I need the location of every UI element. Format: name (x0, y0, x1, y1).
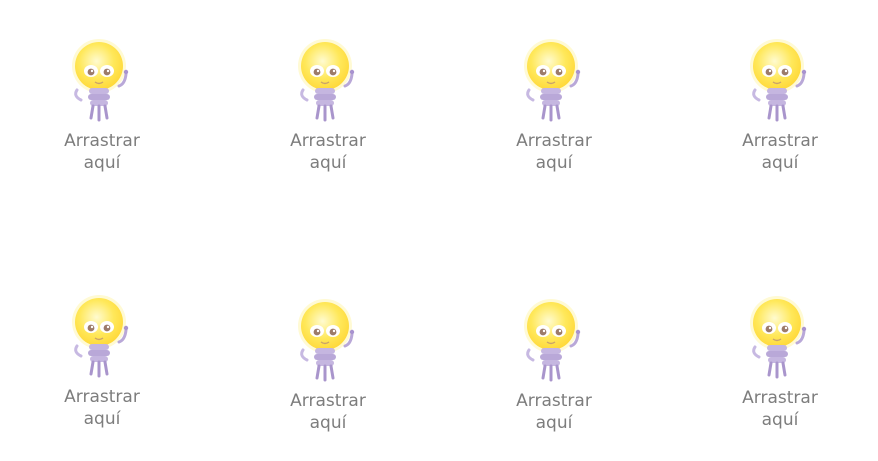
drop-zone-2[interactable]: Arrastrar aquí (268, 38, 388, 178)
lightbulb-mascot-icon (72, 295, 129, 378)
drop-zone-label: Arrastrar aquí (64, 387, 140, 429)
drop-zone-label: Arrastrar aquí (516, 391, 592, 433)
drop-zone-grid: Arrastrar aquí Arrastrar aquí Arrastrar … (0, 0, 878, 461)
drop-zone-8[interactable]: Arrastrar aquí (720, 295, 840, 435)
drop-zone-1[interactable]: Arrastrar aquí (42, 38, 162, 178)
drop-zone-label: Arrastrar aquí (290, 391, 366, 433)
lightbulb-mascot-icon (524, 299, 581, 382)
lightbulb-mascot-icon (750, 296, 807, 379)
drop-zone-4[interactable]: Arrastrar aquí (720, 38, 840, 178)
drop-zone-label: Arrastrar aquí (742, 388, 818, 430)
drop-zone-label: Arrastrar aquí (742, 131, 818, 173)
lightbulb-mascot-icon (524, 39, 581, 122)
drop-zone-label: Arrastrar aquí (64, 131, 140, 173)
drop-zone-label: Arrastrar aquí (290, 131, 366, 173)
drop-zone-3[interactable]: Arrastrar aquí (494, 38, 614, 178)
drop-zone-7[interactable]: Arrastrar aquí (494, 298, 614, 438)
drop-zone-6[interactable]: Arrastrar aquí (268, 298, 388, 438)
lightbulb-mascot-icon (298, 39, 355, 122)
lightbulb-mascot-icon (72, 39, 129, 122)
drop-zone-5[interactable]: Arrastrar aquí (42, 294, 162, 434)
lightbulb-mascot-icon (750, 39, 807, 122)
drop-zone-label: Arrastrar aquí (516, 131, 592, 173)
lightbulb-mascot-icon (298, 299, 355, 382)
